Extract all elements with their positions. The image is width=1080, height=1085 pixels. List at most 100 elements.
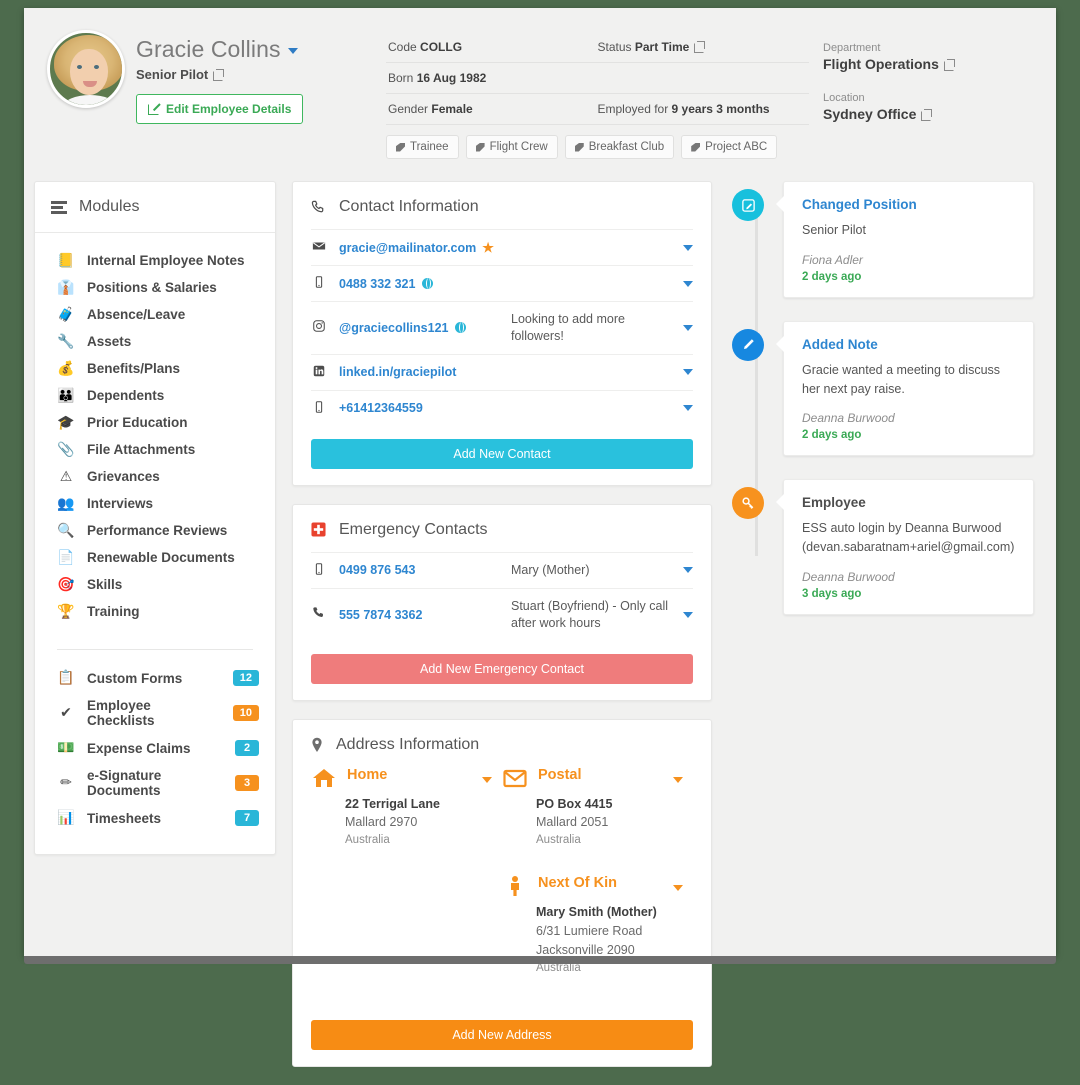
sidebar-item-renewable-documents[interactable]: 📄Renewable Documents: [35, 544, 275, 571]
department-block: Department Flight Operations: [823, 42, 1034, 72]
performance-icon: 🔍: [57, 524, 75, 538]
contact-caret-icon[interactable]: [683, 281, 693, 287]
add-new-emergency-contact-button[interactable]: Add New Emergency Contact: [311, 654, 693, 684]
sidebar-item-label: File Attachments: [87, 442, 259, 457]
gender-value: Female: [431, 102, 472, 116]
contact-value[interactable]: linked.in/graciepilot: [339, 365, 456, 379]
department-external-link-icon[interactable]: [944, 59, 955, 70]
leave-icon: 🧳: [57, 308, 75, 322]
contact-value[interactable]: +61412364559: [339, 401, 423, 415]
home-line3: Australia: [345, 832, 492, 849]
employed-value: 9 years 3 months: [672, 102, 770, 116]
location-label: Location: [823, 92, 1034, 104]
address-grid: Home 22 Terrigal Lane Mallard 2970 Austr…: [293, 767, 711, 1007]
name-dropdown-caret-icon[interactable]: [288, 48, 298, 54]
timeline-text: ESS auto login by Deanna Burwood (devan.…: [802, 519, 1015, 557]
primary-star-icon: ★: [482, 240, 494, 255]
sidebar-item-assets[interactable]: 🔧Assets: [35, 328, 275, 355]
sidebar-item-label: Prior Education: [87, 415, 259, 430]
tag-chip[interactable]: Breakfast Club: [565, 135, 674, 159]
sidebar-item-benefits-plans[interactable]: 💰Benefits/Plans: [35, 355, 275, 382]
contact-note: Looking to add more followers!: [511, 311, 671, 345]
contact-caret-icon[interactable]: [683, 369, 693, 375]
status-external-link-icon[interactable]: [694, 41, 705, 52]
sidebar-divider: [57, 649, 253, 650]
sidebar-item-label: e-Signature Documents: [87, 768, 223, 798]
sidebar-item-prior-education[interactable]: 🎓Prior Education: [35, 409, 275, 436]
sidebar-item-e-signature-documents[interactable]: ✏e-Signature Documents3: [35, 762, 275, 804]
sidebar-item-timesheets[interactable]: 📊Timesheets7: [35, 804, 275, 832]
contact-value[interactable]: gracie@mailinator.com: [339, 241, 476, 255]
add-new-contact-button[interactable]: Add New Contact: [311, 439, 693, 469]
contact-caret-icon[interactable]: [683, 325, 693, 331]
sidebar-item-internal-employee-notes[interactable]: 📒Internal Employee Notes: [35, 247, 275, 274]
contact-value[interactable]: 0488 332 321: [339, 277, 415, 291]
sidebar-item-label: Benefits/Plans: [87, 361, 259, 376]
sidebar-item-employee-checklists[interactable]: ✔Employee Checklists10: [35, 692, 275, 734]
home-line1: 22 Terrigal Lane: [345, 795, 492, 814]
skills-icon: 🎯: [57, 578, 75, 592]
edit-square-icon[interactable]: [732, 189, 764, 221]
sidebar-item-interviews[interactable]: 👥Interviews: [35, 490, 275, 517]
contact-caret-icon[interactable]: [683, 245, 693, 251]
postal-line2: Mallard 2051: [536, 813, 683, 832]
timesheets-icon: 📊: [57, 811, 75, 825]
tag-chip[interactable]: Flight Crew: [466, 135, 558, 159]
emergency-value[interactable]: 555 7874 3362: [339, 608, 422, 622]
pencil-icon[interactable]: [732, 329, 764, 361]
emergency-row: 555 7874 3362Stuart (Boyfriend) - Only c…: [311, 588, 693, 641]
sidebar-item-performance-reviews[interactable]: 🔍Performance Reviews: [35, 517, 275, 544]
add-new-address-button[interactable]: Add New Address: [311, 1020, 693, 1050]
edit-employee-details-button[interactable]: Edit Employee Details: [136, 94, 303, 124]
external-link-icon[interactable]: [213, 69, 224, 80]
emergency-contacts-panel: Emergency Contacts 0499 876 543Mary (Mot…: [292, 504, 712, 701]
contact-value[interactable]: @graciecollins121: [339, 321, 448, 335]
sidebar-item-training[interactable]: 🏆Training: [35, 598, 275, 625]
tag-chip[interactable]: Trainee: [386, 135, 459, 159]
timeline-title[interactable]: Changed Position: [802, 197, 1015, 212]
avatar[interactable]: [47, 30, 125, 108]
emergency-value[interactable]: 0499 876 543: [339, 563, 415, 577]
home-caret-icon[interactable]: [482, 777, 492, 783]
sidebar-item-expense-claims[interactable]: 💵Expense Claims2: [35, 734, 275, 762]
tag-label: Project ABC: [705, 141, 767, 153]
timeline-title: Employee: [802, 495, 1015, 510]
emergency-caret-icon[interactable]: [683, 612, 693, 618]
sidebar-item-skills[interactable]: 🎯Skills: [35, 571, 275, 598]
sidebar-item-file-attachments[interactable]: 📎 File Attachments: [35, 436, 275, 463]
sidebar-item-badge: 7: [235, 810, 259, 826]
sidebar-item-positions-salaries[interactable]: 👔Positions & Salaries: [35, 274, 275, 301]
location-external-link-icon[interactable]: [921, 109, 932, 120]
tag-label: Trainee: [410, 141, 449, 153]
dependents-icon: 👪: [57, 389, 75, 403]
sidebar-item-absence-leave[interactable]: 🧳 Absence/Leave: [35, 301, 275, 328]
timeline-author: Fiona Adler: [802, 253, 1015, 267]
timeline-title[interactable]: Added Note: [802, 337, 1015, 352]
sidebar-item-grievances[interactable]: ⚠Grievances: [35, 463, 275, 490]
tag-list: Trainee Flight Crew Breakfast Club Proje…: [386, 125, 809, 159]
sidebar-item-custom-forms[interactable]: 📋Custom Forms12: [35, 664, 275, 692]
tag-icon: [476, 143, 485, 152]
location-block: Location Sydney Office: [823, 92, 1034, 122]
modules-sidebar: Modules 📒Internal Employee Notes👔Positio…: [34, 181, 276, 855]
contact-caret-icon[interactable]: [683, 405, 693, 411]
sidebar-item-badge: 3: [235, 775, 259, 791]
emergency-caret-icon[interactable]: [683, 567, 693, 573]
attachments-icon: 📎: [57, 443, 75, 457]
next-of-kin-caret-icon[interactable]: [673, 885, 683, 891]
tag-label: Flight Crew: [490, 141, 548, 153]
key-icon[interactable]: [732, 487, 764, 519]
medical-cross-icon: [311, 522, 326, 537]
sidebar-item-dependents[interactable]: 👪Dependents: [35, 382, 275, 409]
main-body: Modules 📒Internal Employee Notes👔Positio…: [24, 159, 1056, 1085]
emergency-contacts-title: Emergency Contacts: [339, 521, 488, 539]
tag-chip[interactable]: Project ABC: [681, 135, 777, 159]
address-column-left: Home 22 Terrigal Lane Mallard 2970 Austr…: [311, 767, 502, 1003]
postal-caret-icon[interactable]: [673, 777, 683, 783]
employee-header: Gracie Collins Senior Pilot Edit Employe…: [24, 8, 1056, 159]
sidebar-item-label: Absence/Leave: [87, 307, 259, 322]
expense-claims-icon: 💵: [57, 741, 75, 755]
employee-identity: Gracie Collins Senior Pilot Edit Employe…: [136, 30, 386, 159]
sidebar-item-label: Renewable Documents: [87, 550, 259, 565]
code-value: COLLG: [420, 40, 462, 54]
